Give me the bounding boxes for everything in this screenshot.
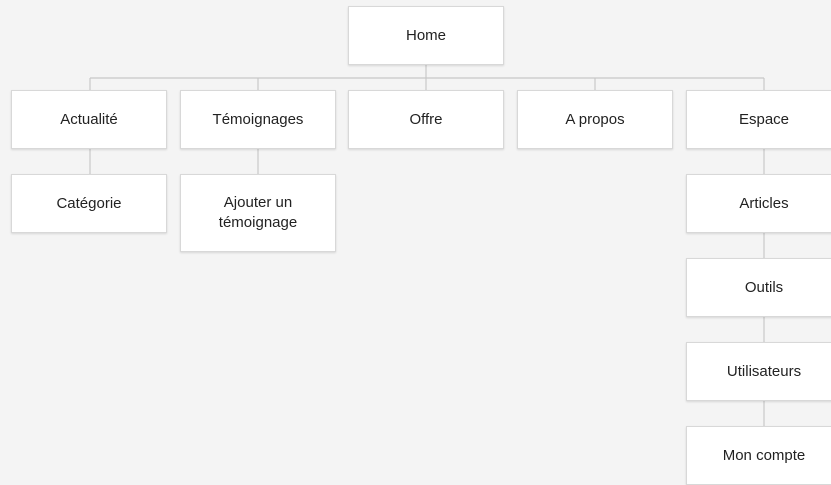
node-home[interactable]: Home <box>348 6 504 65</box>
node-a-propos-label: A propos <box>565 110 625 128</box>
node-temoignages[interactable]: Témoignages <box>180 90 336 149</box>
node-categorie-label: Catégorie <box>56 194 122 212</box>
node-categorie[interactable]: Catégorie <box>11 174 167 233</box>
node-outils[interactable]: Outils <box>686 258 831 317</box>
node-ajouter-temoignage[interactable]: Ajouter un témoignage <box>180 174 336 252</box>
node-utilisateurs[interactable]: Utilisateurs <box>686 342 831 401</box>
node-home-label: Home <box>405 26 446 44</box>
node-actualite-label: Actualité <box>60 110 118 128</box>
node-utilisateurs-label: Utilisateurs <box>726 362 802 380</box>
node-offre-label: Offre <box>409 110 443 128</box>
node-actualite[interactable]: Actualité <box>11 90 167 149</box>
node-mon-compte[interactable]: Mon compte <box>686 426 831 485</box>
node-a-propos[interactable]: A propos <box>517 90 673 149</box>
node-articles-label: Articles <box>739 194 789 212</box>
connector-lines <box>89 65 765 426</box>
sitemap-diagram: Home Actualité Témoignages Offre A propo… <box>0 0 831 485</box>
node-ajouter-temoignage-label: Ajouter un témoignage <box>218 194 298 231</box>
node-outils-label: Outils <box>744 278 784 296</box>
node-offre[interactable]: Offre <box>348 90 504 149</box>
node-temoignages-label: Témoignages <box>212 110 304 128</box>
node-mon-compte-label: Mon compte <box>722 446 806 464</box>
node-articles[interactable]: Articles <box>686 174 831 233</box>
node-espace-label: Espace <box>738 110 790 128</box>
node-espace[interactable]: Espace <box>686 90 831 149</box>
